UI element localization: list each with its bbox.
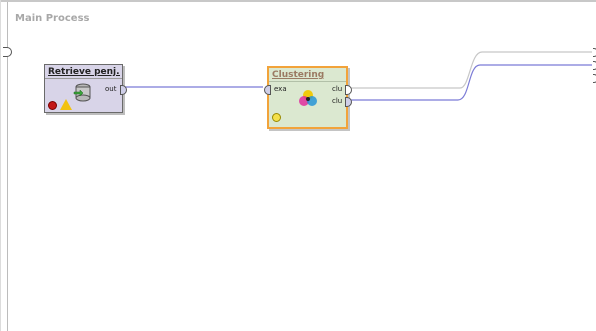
operator-retrieve-title: Retrieve penj... bbox=[48, 67, 120, 77]
error-indicator-icon bbox=[48, 101, 57, 110]
operator-title-divider bbox=[269, 81, 346, 82]
clustering-icon bbox=[299, 90, 317, 106]
operator-title-divider bbox=[45, 78, 122, 79]
database-icon bbox=[73, 83, 91, 102]
clustering-input-port[interactable] bbox=[264, 85, 271, 95]
process-canvas[interactable]: Main Process Retrieve penj... out Cluste… bbox=[0, 0, 596, 331]
operator-retrieve[interactable]: Retrieve penj... out bbox=[44, 64, 127, 113]
status-indicator-icon bbox=[272, 113, 281, 122]
port-label-exa: exa bbox=[274, 85, 287, 93]
operator-clustering-title: Clustering bbox=[272, 70, 325, 80]
connection-layer bbox=[122, 51, 592, 101]
wire-clu2-to-output bbox=[346, 64, 592, 101]
port-label-clu-2: clu bbox=[332, 97, 343, 105]
port-label-clu-1: clu bbox=[332, 85, 343, 93]
operator-clustering[interactable]: Clustering exa clu clu bbox=[264, 66, 352, 129]
warning-icon bbox=[60, 99, 72, 110]
port-label-out: out bbox=[105, 85, 117, 93]
